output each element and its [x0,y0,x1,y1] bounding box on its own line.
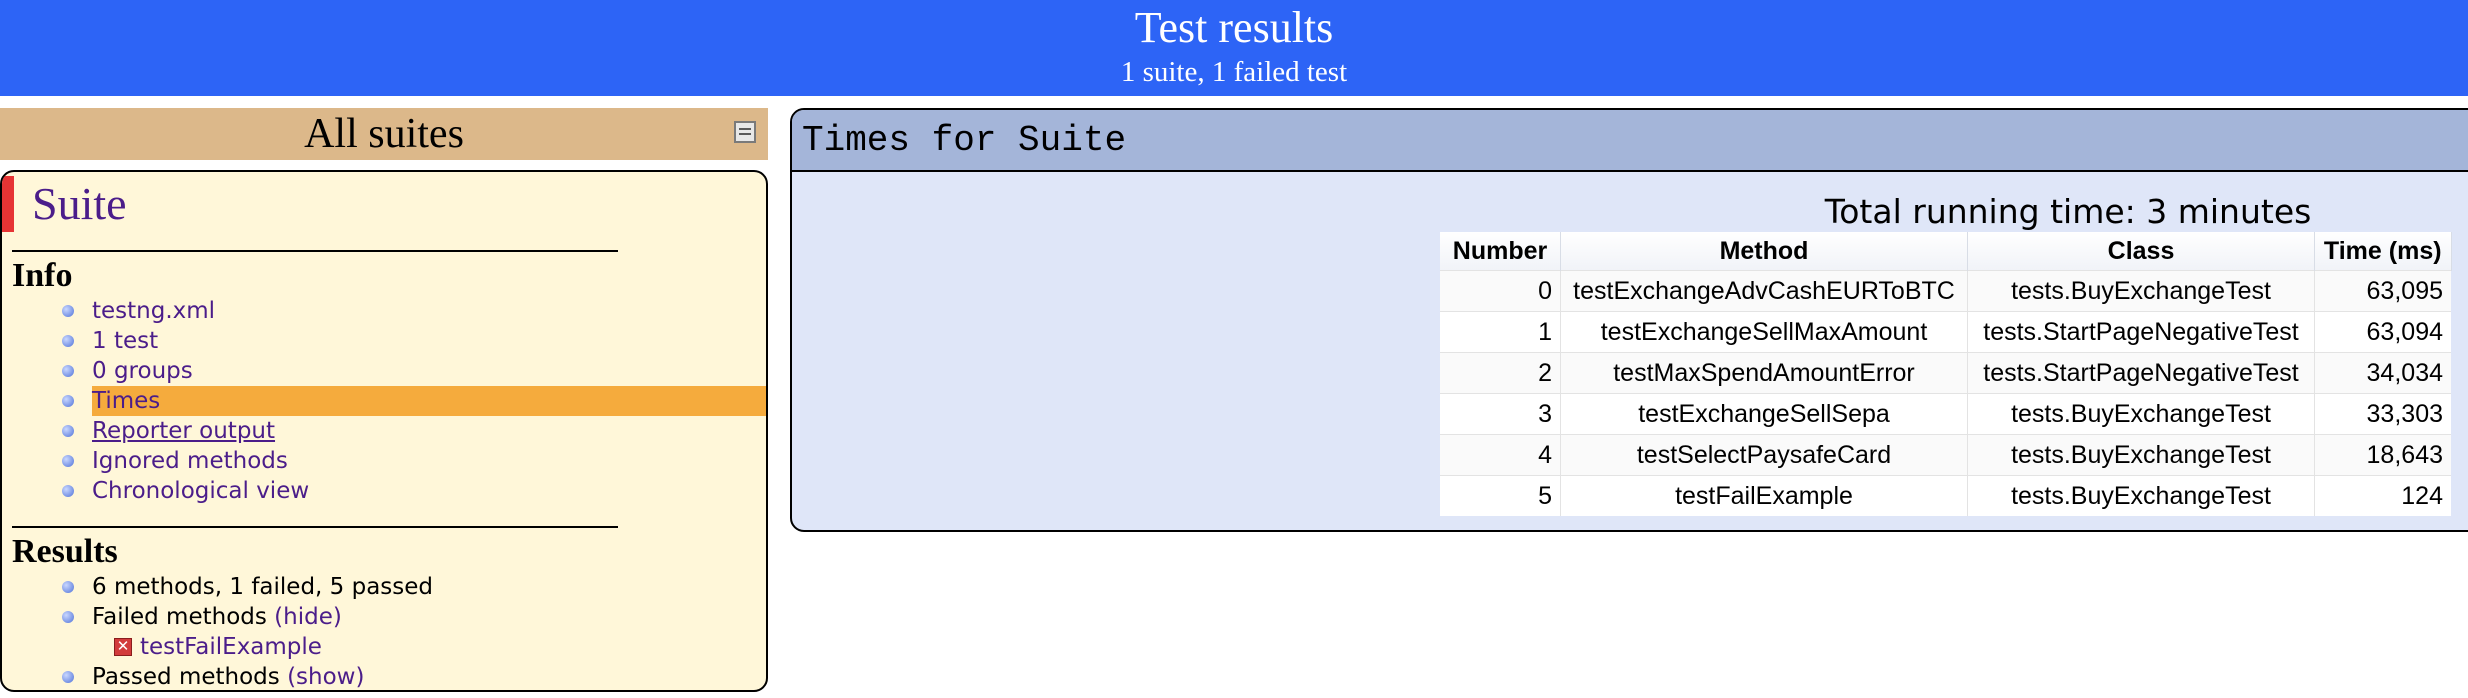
cell-class: tests.StartPageNegativeTest [1967,352,2315,394]
cell-number: 5 [1440,475,1561,516]
times-panel-title: Times for Suite [802,120,1127,161]
show-passed-toggle[interactable]: (show) [287,664,364,690]
table-row: 4 testSelectPaysafeCard tests.BuyExchang… [1440,434,2451,476]
nav-item-label[interactable]: Times [92,386,160,416]
nav-item-chronological-view[interactable]: Chronological view [2,476,766,506]
cell-method: testExchangeSellSepa [1560,393,1968,435]
column-header-class[interactable]: Class [1967,232,2315,271]
cell-time: 34,034 [2314,352,2451,394]
results-heading: Results [12,533,118,570]
cell-class: tests.BuyExchangeTest [1967,434,2315,476]
divider [12,250,618,252]
cell-class: tests.StartPageNegativeTest [1967,311,2315,353]
cell-time: 63,094 [2314,311,2451,353]
results-summary: 6 methods, 1 failed, 5 passed [2,572,766,602]
cell-number: 2 [1440,352,1561,394]
collapse-icon[interactable] [734,121,756,143]
suite-name[interactable]: Suite [32,174,127,234]
bullet-icon [62,395,74,407]
cell-method: testExchangeAdvCashEURToBTC [1560,270,1968,312]
bullet-icon [62,581,74,593]
cell-method: testSelectPaysafeCard [1560,434,1968,476]
cell-time: 63,095 [2314,270,2451,312]
nav-item-times[interactable]: Times [2,386,766,416]
table-row: 3 testExchangeSellSepa tests.BuyExchange… [1440,393,2451,435]
nav-item-ignored-methods[interactable]: Ignored methods [2,446,766,476]
passed-methods-item: Passed methods (show) [2,662,766,690]
nav-item-label[interactable]: Ignored methods [92,446,288,476]
failed-suite-flag [2,176,14,232]
bullet-icon [62,485,74,497]
times-table: Number Method Class Time (ms) 0 testExch… [1440,232,2452,516]
results-summary-text: 6 methods, 1 failed, 5 passed [92,574,434,600]
cell-method: testFailExample [1560,475,1968,516]
cell-time: 124 [2314,475,2451,516]
page-title: Test results [1134,3,1334,52]
suite-panel: Suite Info testng.xml 1 test 0 groups Ti… [0,170,768,692]
cell-class: tests.BuyExchangeTest [1967,393,2315,435]
navigator-title: All suites [304,111,464,157]
failed-methods-label: Failed methods [92,604,267,630]
top-banner: Test results 1 suite, 1 failed test [0,0,2468,96]
times-panel-header: Times for Suite [792,110,2468,172]
cell-number: 4 [1440,434,1561,476]
table-row: 5 testFailExample tests.BuyExchangeTest … [1440,475,2451,516]
column-header-number[interactable]: Number [1440,232,1561,271]
navigator-header: All suites [0,108,768,160]
nav-item-reporter-output[interactable]: Reporter output [2,416,766,446]
nav-item-testng-xml[interactable]: testng.xml [2,296,766,326]
divider [12,526,618,528]
table-row: 1 testExchangeSellMaxAmount tests.StartP… [1440,311,2451,353]
bullet-icon [62,671,74,683]
failed-methods-item: Failed methods (hide) [2,602,766,632]
cell-number: 3 [1440,393,1561,435]
hide-failed-toggle[interactable]: (hide) [274,604,342,630]
bullet-icon [62,365,74,377]
failed-method-link[interactable]: testFailExample [140,632,322,662]
bullet-icon [62,335,74,347]
bullet-icon [62,455,74,467]
cell-time: 18,643 [2314,434,2451,476]
bullet-icon [62,305,74,317]
cell-method: testExchangeSellMaxAmount [1560,311,1968,353]
page-subtitle: 1 suite, 1 failed test [1120,56,1348,88]
table-header-row: Number Method Class Time (ms) [1440,232,2452,271]
cell-class: tests.BuyExchangeTest [1967,475,2315,516]
nav-item-label[interactable]: Reporter output [92,416,275,446]
cell-number: 0 [1440,270,1561,312]
info-heading: Info [12,257,73,294]
table-row: 0 testExchangeAdvCashEURToBTC tests.BuyE… [1440,270,2451,312]
nav-item-label[interactable]: 0 groups [92,356,193,386]
times-panel: Times for Suite Total running time: 3 mi… [790,108,2468,532]
bullet-icon [62,611,74,623]
cell-method: testMaxSpendAmountError [1560,352,1968,394]
failed-test-icon: ✕ [114,638,132,656]
column-header-method[interactable]: Method [1560,232,1968,271]
bullet-icon [62,425,74,437]
total-running-time: Total running time: 3 minutes [1824,192,2312,231]
cell-time: 33,303 [2314,393,2451,435]
table-row: 2 testMaxSpendAmountError tests.StartPag… [1440,352,2451,394]
nav-item-label[interactable]: 1 test [92,326,158,356]
failed-method-entry[interactable]: ✕ testFailExample [2,632,766,662]
nav-item-label[interactable]: Chronological view [92,476,309,506]
cell-number: 1 [1440,311,1561,353]
nav-item-groups[interactable]: 0 groups [2,356,766,386]
nav-item-label[interactable]: testng.xml [92,296,215,326]
cell-class: tests.BuyExchangeTest [1967,270,2315,312]
passed-methods-label: Passed methods [92,664,280,690]
nav-item-tests[interactable]: 1 test [2,326,766,356]
column-header-time[interactable]: Time (ms) [2314,232,2452,271]
